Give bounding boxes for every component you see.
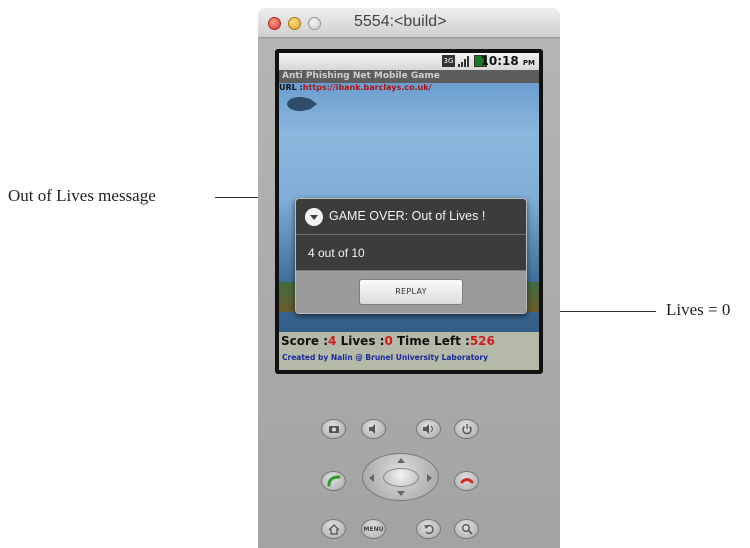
credits: Created by Nalin @ Brunel University Lab…: [279, 350, 539, 366]
dialog-collapse-icon: [305, 208, 323, 226]
3g-icon: 3G: [442, 55, 455, 67]
search-icon: [461, 524, 473, 535]
dpad-right-icon[interactable]: [427, 474, 432, 482]
end-call-icon: [460, 478, 473, 484]
phone-bezel: 3G 10:18 PM Anti Phishing Net Mobile Gam…: [275, 49, 543, 374]
phone-screen[interactable]: 3G 10:18 PM Anti Phishing Net Mobile Gam…: [279, 53, 539, 370]
status-bar: 3G 10:18 PM: [279, 53, 539, 70]
scoreboard: Score :4 Lives :0 Time Left :526: [279, 332, 539, 350]
close-window-button[interactable]: [268, 17, 281, 30]
fish-tail: [309, 98, 317, 110]
dpad-down-icon[interactable]: [397, 491, 405, 496]
volume-down-icon: [368, 424, 375, 434]
url-row: URL :https://ibank.barclays.co.uk/: [279, 83, 431, 92]
emulator-window: 5554:<build> 3G 10:18 PM Anti Phishing N…: [258, 8, 560, 548]
end-call-button[interactable]: [454, 471, 479, 491]
volume-down-button[interactable]: [361, 419, 386, 439]
back-icon: [423, 524, 434, 534]
dialog-message: 4 out of 10: [308, 246, 365, 260]
dialog-title: GAME OVER: Out of Lives !: [329, 209, 486, 223]
out-of-lives-callout: Out of Lives message: [8, 186, 156, 205]
bottom-strip: [279, 366, 539, 370]
minimize-window-button[interactable]: [288, 17, 301, 30]
score-label: Score :: [281, 334, 329, 348]
menu-button[interactable]: MENU: [361, 519, 386, 539]
url-value: https://ibank.barclays.co.uk/: [302, 83, 432, 92]
replay-button[interactable]: REPLAY: [359, 279, 463, 305]
dpad-left-icon[interactable]: [369, 474, 374, 482]
call-button[interactable]: [321, 471, 346, 491]
lives-value: 0: [384, 334, 393, 348]
status-time: 10:18 PM: [481, 54, 536, 68]
volume-up-icon: [422, 424, 433, 434]
dialog-footer: REPLAY: [296, 270, 526, 313]
zoom-window-button[interactable]: [308, 17, 321, 30]
search-button[interactable]: [454, 519, 479, 539]
url-label: URL :: [279, 83, 303, 92]
window-titlebar: 5554:<build>: [258, 8, 560, 38]
status-time-value: 10:18: [480, 54, 519, 68]
time-left-label: Time Left :: [396, 334, 470, 348]
status-time-ampm: PM: [522, 59, 535, 67]
power-icon: [461, 424, 472, 435]
dpad[interactable]: [362, 453, 439, 501]
menu-button-label: MENU: [363, 525, 384, 533]
emulator-body: 3G 10:18 PM Anti Phishing Net Mobile Gam…: [258, 39, 560, 548]
app-title: Anti Phishing Net Mobile Game: [279, 70, 539, 83]
window-title: 5554:<build>: [354, 13, 447, 30]
game-over-dialog: GAME OVER: Out of Lives ! 4 out of 10 RE…: [295, 198, 527, 314]
volume-up-button[interactable]: [416, 419, 441, 439]
dpad-center-button[interactable]: [383, 468, 419, 487]
home-icon: [328, 523, 339, 535]
dpad-up-icon[interactable]: [397, 458, 405, 463]
time-left-value: 526: [469, 334, 495, 348]
lives-label: Lives :: [340, 334, 385, 348]
home-button[interactable]: [321, 519, 346, 539]
power-button[interactable]: [454, 419, 479, 439]
lives-callout: Lives = 0: [666, 300, 731, 319]
signal-icon: [458, 55, 471, 67]
camera-icon: [328, 426, 339, 433]
back-button[interactable]: [416, 519, 441, 539]
camera-button[interactable]: [321, 419, 346, 439]
phone-call-icon: [327, 475, 340, 487]
dialog-header: GAME OVER: Out of Lives !: [296, 199, 526, 235]
score-value: 4: [328, 334, 337, 348]
game-area[interactable]: URL :https://ibank.barclays.co.uk/ Score…: [279, 83, 539, 370]
